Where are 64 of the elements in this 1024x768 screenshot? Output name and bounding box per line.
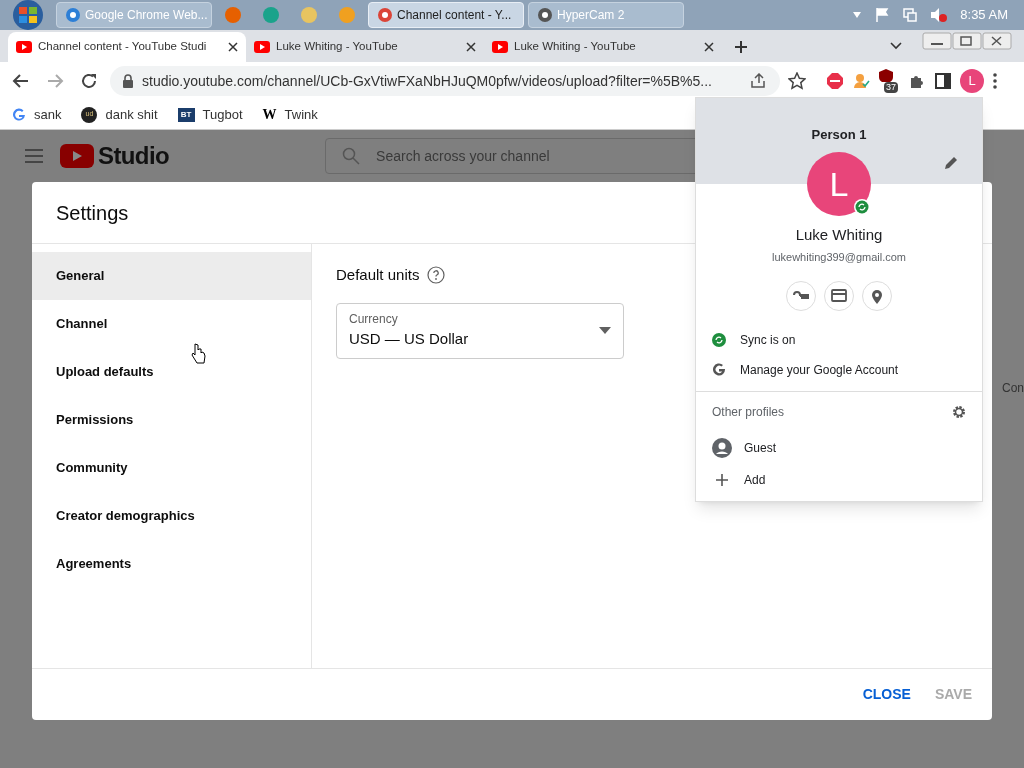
- tray-caret-icon[interactable]: [852, 11, 863, 19]
- lock-icon: [122, 74, 134, 88]
- bookmark-star-icon[interactable]: [788, 72, 806, 90]
- profile-menu-item[interactable]: Add: [696, 464, 982, 496]
- muted-speaker-icon[interactable]: [930, 7, 949, 23]
- clock: 8:35 AM: [960, 6, 1008, 25]
- bookmark-link[interactable]: W Twink: [262, 104, 318, 125]
- share-icon[interactable]: [750, 73, 768, 89]
- profile-menu-item[interactable]: Sync is on: [696, 325, 982, 355]
- dialog-title: Settings: [56, 200, 129, 226]
- person-icon: [712, 438, 732, 458]
- browser-tab[interactable]: Luke Whiting - YouTube: [246, 32, 484, 62]
- sync-icon: [712, 333, 726, 347]
- bookmark-link[interactable]: sank: [12, 104, 62, 125]
- new-tab-icon[interactable]: [734, 40, 748, 54]
- avatar-button[interactable]: L: [960, 69, 984, 93]
- section-heading: Default units: [336, 265, 420, 285]
- close-icon[interactable]: [228, 42, 238, 52]
- window-controls-icon[interactable]: [922, 32, 1012, 50]
- browser-tab[interactable]: Luke Whiting - YouTube: [484, 32, 722, 62]
- hand-cursor-icon: [190, 343, 206, 365]
- person-check-icon[interactable]: [852, 72, 870, 90]
- side-panel-icon[interactable]: [934, 72, 952, 90]
- help-icon[interactable]: [427, 266, 446, 285]
- currency-dropdown[interactable]: Currency USD — US Dollar: [336, 302, 624, 359]
- sync-badge-icon: [854, 199, 870, 215]
- settings-nav-item[interactable]: General: [32, 252, 311, 300]
- close-icon[interactable]: [704, 42, 714, 52]
- bookmark-icon: BT: [177, 107, 195, 122]
- youtube-icon: [492, 41, 508, 53]
- app-icon: [377, 7, 393, 23]
- background-text: Con: [1002, 380, 1024, 397]
- edit-icon[interactable]: [944, 156, 958, 170]
- settings-icon[interactable]: [952, 405, 966, 419]
- shield-icon[interactable]: [878, 69, 894, 82]
- google-icon: [712, 363, 726, 377]
- stop-sign-icon[interactable]: [826, 72, 844, 90]
- dropdown-caret-icon: [599, 327, 611, 334]
- logo-text: Studio: [98, 141, 170, 171]
- credit-card-icon: [830, 287, 848, 305]
- menu-icon[interactable]: [992, 72, 998, 90]
- dialog-button[interactable]: CLOSE: [854, 680, 919, 709]
- search-icon: [342, 147, 361, 165]
- tab-search-icon[interactable]: [890, 42, 902, 50]
- youtube-logo-icon: [60, 144, 94, 168]
- browser-tab[interactable]: Channel content - YouTube Studi: [8, 32, 246, 62]
- youtube-icon: [16, 41, 32, 53]
- profile-menu-item[interactable]: Manage your Google Account: [696, 355, 982, 385]
- bookmark-link[interactable]: BT Tugbot: [177, 104, 243, 125]
- section-label: Other profiles: [712, 404, 785, 421]
- google-icon: [12, 107, 26, 122]
- flag-icon[interactable]: [874, 7, 891, 23]
- bookmark-icon: W: [262, 104, 277, 125]
- app-icon: [65, 7, 81, 23]
- profile-name: Luke Whiting: [794, 225, 884, 245]
- address-field[interactable]: studio.youtube.com/channel/UCb-GxVtiwFXaNbHJuQM0pfw/videos/upload?filter=%5B%5...: [110, 66, 780, 96]
- profile-menu-item[interactable]: Guest: [696, 432, 982, 464]
- youtube-icon: [254, 41, 270, 53]
- app-icon: [537, 7, 553, 23]
- extension-badge: 37: [884, 82, 898, 93]
- profile-header: Person 1: [810, 126, 868, 144]
- taskbar-button[interactable]: Channel content - Y...: [368, 2, 524, 28]
- close-icon[interactable]: [466, 42, 476, 52]
- profile-email: lukewhiting399@gmail.com: [770, 249, 908, 265]
